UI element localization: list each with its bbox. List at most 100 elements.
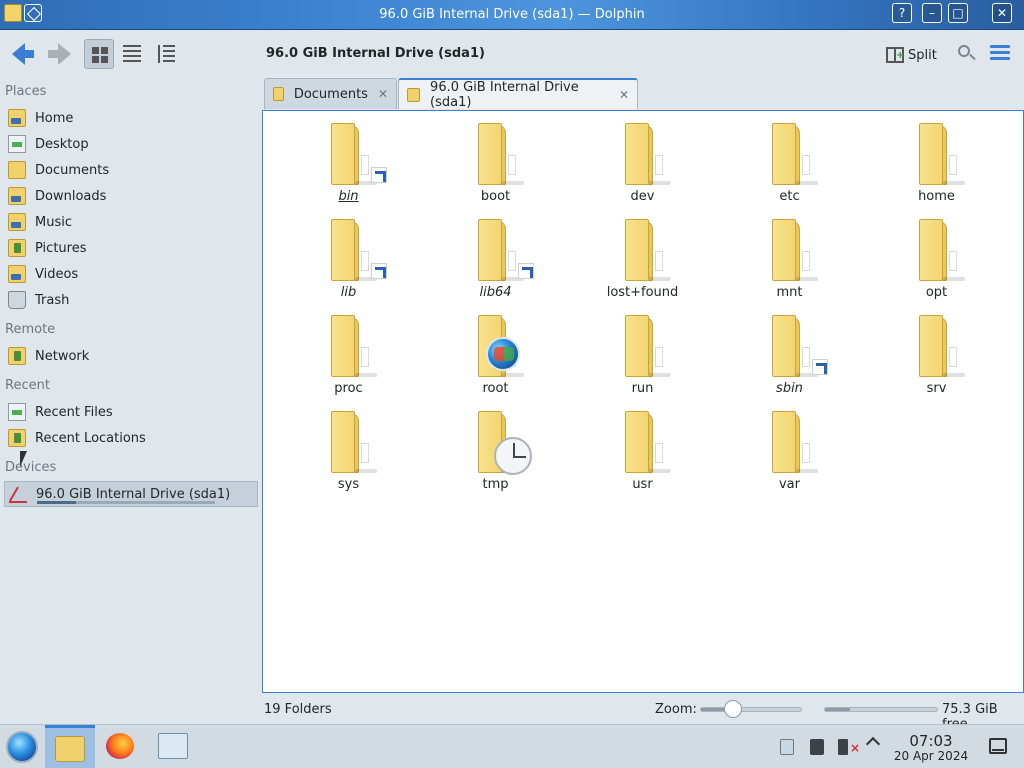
folder-item[interactable]: proc (275, 311, 422, 407)
sidebar-item-trash[interactable]: Trash (4, 288, 258, 312)
maximize-button[interactable]: □ (948, 3, 968, 23)
desktop-folder-icon (8, 135, 26, 153)
clipboard-icon[interactable] (780, 739, 794, 755)
folder-label: lib (340, 285, 357, 300)
free-space-fill (825, 708, 850, 711)
recent-locations-icon (8, 429, 26, 447)
folder-item[interactable]: run (569, 311, 716, 407)
folder-label: run (631, 381, 654, 396)
drive-usage-bar (37, 501, 215, 504)
search-icon-handle (969, 53, 976, 61)
sidebar-item-label: Pictures (35, 240, 87, 256)
firefox-task-button[interactable] (96, 725, 146, 768)
mute-indicator-icon: × (850, 741, 861, 755)
folder-item[interactable]: var (716, 407, 863, 503)
sidebar-item-label: Desktop (35, 136, 89, 152)
folder-label: dev (630, 189, 655, 204)
symlink-emblem-icon (371, 167, 387, 183)
sidebar-item-pictures[interactable]: Pictures (4, 236, 258, 260)
search-button[interactable] (956, 43, 978, 65)
tab-documents[interactable]: Documents ✕ (264, 78, 397, 109)
sidebar-item-home[interactable]: Home (4, 106, 258, 130)
folder-item[interactable]: lost+found (569, 215, 716, 311)
compact-view-button[interactable] (117, 39, 147, 69)
clock-time[interactable]: 07:03 (896, 732, 966, 750)
hamburger-menu-button[interactable] (990, 45, 1010, 61)
folder-item[interactable]: srv (863, 311, 1010, 407)
tab-internal-drive[interactable]: 96.0 GiB Internal Drive (sda1) ✕ (398, 78, 638, 110)
sidebar-item-label: Recent Files (35, 404, 113, 420)
details-view-button[interactable] (151, 39, 181, 69)
places-panel: Places Home Desktop Documents Downloads … (0, 78, 262, 724)
tab-close-button[interactable]: ✕ (619, 88, 629, 102)
folder-icon (331, 123, 387, 185)
home-folder-icon (8, 109, 26, 127)
folder-icon (772, 315, 828, 377)
folder-item[interactable]: sbin (716, 311, 863, 407)
menu-icon (990, 45, 1010, 48)
help-button[interactable]: ? (892, 3, 912, 23)
close-button[interactable]: ✕ (992, 3, 1012, 23)
folder-view[interactable]: bin boot dev etc home lib lib64 lost+found mnt op… (262, 110, 1024, 693)
folder-icon (407, 87, 421, 102)
application-launcher-icon[interactable] (6, 731, 38, 763)
icons-view-button[interactable] (84, 39, 114, 69)
search-icon (958, 45, 970, 57)
folder-item[interactable]: usr (569, 407, 716, 503)
folder-item[interactable]: mnt (716, 215, 863, 311)
videos-folder-icon (8, 265, 26, 283)
folder-icon (625, 411, 671, 473)
folder-icon (478, 411, 532, 475)
folder-item[interactable]: bin (275, 119, 422, 215)
sidebar-item-music[interactable]: Music (4, 210, 258, 234)
show-desktop-icon[interactable] (989, 738, 1007, 754)
folder-item[interactable]: lib64 (422, 215, 569, 311)
folder-item[interactable]: opt (863, 215, 1010, 311)
tab-close-button[interactable]: ✕ (378, 87, 388, 101)
sidebar-item-videos[interactable]: Videos (4, 262, 258, 286)
split-button[interactable]: Split (886, 43, 937, 67)
folder-item[interactable]: root (422, 311, 569, 407)
folder-item[interactable]: tmp (422, 407, 569, 503)
folder-icon (772, 411, 818, 473)
system-settings-task-icon (158, 733, 188, 759)
sidebar-item-downloads[interactable]: Downloads (4, 184, 258, 208)
volume-muted-icon[interactable] (838, 739, 848, 755)
folder-item[interactable]: dev (569, 119, 716, 215)
folder-item[interactable]: lib (275, 215, 422, 311)
folder-item[interactable]: sys (275, 407, 422, 503)
sidebar-item-recent-locations[interactable]: Recent Locations (4, 426, 258, 450)
folder-item[interactable]: home (863, 119, 1010, 215)
folder-icon (772, 123, 818, 185)
folder-icon (478, 315, 524, 377)
tray-expand-icon[interactable] (865, 736, 881, 752)
dolphin-task-button[interactable] (45, 725, 95, 768)
menu-icon-line (990, 57, 1010, 60)
zoom-slider[interactable] (700, 707, 802, 712)
folder-icon (919, 219, 965, 281)
folder-icon (919, 315, 965, 377)
zoom-slider-handle[interactable] (724, 700, 742, 718)
places-heading: Places (5, 84, 47, 99)
minimize-button[interactable]: – (922, 3, 942, 23)
title-bar[interactable]: 96.0 GiB Internal Drive (sda1) — Dolphin… (0, 0, 1024, 30)
sidebar-item-label: Home (35, 110, 74, 126)
sidebar-item-recent-files[interactable]: Recent Files (4, 400, 258, 424)
free-space-bar[interactable] (824, 707, 938, 712)
symlink-emblem-icon (812, 359, 828, 375)
folder-item[interactable]: etc (716, 119, 863, 215)
clock-date[interactable]: 20 Apr 2024 (890, 749, 972, 763)
symlink-emblem-icon (518, 263, 534, 279)
folder-label: tmp (482, 477, 509, 492)
folder-item[interactable]: boot (422, 119, 569, 215)
sidebar-item-network[interactable]: Network (4, 344, 258, 368)
downloads-folder-icon (8, 187, 26, 205)
system-settings-task-button[interactable] (148, 725, 198, 768)
split-label: Split (908, 47, 937, 63)
split-view-icon (886, 47, 904, 63)
notes-icon[interactable] (810, 739, 824, 755)
sidebar-item-documents[interactable]: Documents (4, 158, 258, 182)
sidebar-item-desktop[interactable]: Desktop (4, 132, 258, 156)
sidebar-item-internal-drive[interactable]: 96.0 GiB Internal Drive (sda1) (4, 481, 258, 507)
folder-label: sbin (776, 381, 803, 396)
